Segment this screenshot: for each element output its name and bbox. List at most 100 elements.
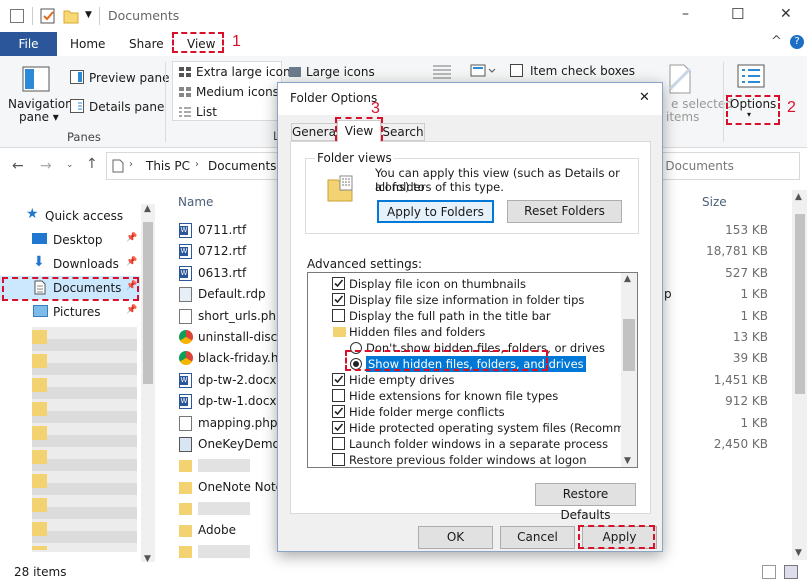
file-size: 912 KB <box>725 394 768 409</box>
group-by-icon[interactable] <box>470 64 496 78</box>
hide-selected-icon[interactable] <box>668 64 692 94</box>
breadcrumb-documents[interactable]: Documents <box>208 159 276 173</box>
checkbox[interactable] <box>332 405 345 418</box>
reset-folders-button[interactable]: Reset Folders <box>507 200 622 223</box>
column-header-name[interactable]: Name <box>178 195 213 209</box>
checkbox[interactable] <box>332 389 345 402</box>
setting-label: Display the full path in the title bar <box>349 309 551 323</box>
breadcrumb-this-pc[interactable]: This PC <box>146 159 190 173</box>
advanced-setting-row[interactable]: Hide empty drives <box>308 372 620 388</box>
hide-selected-label-2[interactable]: items <box>666 110 699 124</box>
details-view-icon[interactable] <box>762 565 776 579</box>
nav-desktop[interactable]: Desktop 📌 <box>0 228 140 252</box>
ok-button[interactable]: OK <box>418 526 493 549</box>
layout-large-icons[interactable]: Large icons <box>306 65 375 79</box>
setting-label: Hide empty drives <box>349 373 455 387</box>
checkbox[interactable] <box>332 421 345 434</box>
search-box[interactable]: h Documents <box>650 152 800 180</box>
dialog-close-button[interactable]: ✕ <box>639 90 650 105</box>
maximize-button[interactable]: ☐ <box>731 5 744 23</box>
word-document-icon: W <box>179 394 192 410</box>
navigation-pane: ★ Quick access Desktop 📌 ⬇ Downloads 📌 D… <box>0 190 156 565</box>
checkbox[interactable] <box>332 437 345 450</box>
folder-icons-column <box>32 330 47 550</box>
file-icon <box>179 415 192 431</box>
advanced-setting-row[interactable]: Hide extensions for known file types <box>308 388 620 404</box>
advanced-setting-row[interactable]: Launch folder windows in a separate proc… <box>308 436 620 452</box>
checkbox[interactable] <box>332 373 345 386</box>
tab-file[interactable]: File <box>0 32 57 56</box>
advanced-setting-row[interactable]: Hidden files and folders <box>308 324 620 340</box>
word-document-icon: W <box>179 244 192 260</box>
advanced-setting-row[interactable]: Hide folder merge conflicts <box>308 404 620 420</box>
checkbox[interactable] <box>332 453 345 466</box>
customize-qat-icon[interactable]: ▼ <box>85 10 92 20</box>
file-icon <box>179 308 192 324</box>
nav-scrollbar[interactable]: ▲ ▼ <box>141 204 155 564</box>
layout-extra-large-icons[interactable]: Extra large icons <box>196 65 297 79</box>
tab-home[interactable]: Home <box>70 32 105 56</box>
folder-icon <box>179 546 192 558</box>
layout-list[interactable]: List <box>196 105 217 119</box>
sort-by-icon[interactable] <box>432 64 452 80</box>
divider <box>99 7 100 25</box>
column-header-size[interactable]: Size <box>702 195 727 209</box>
navigation-pane-label-2[interactable]: pane ▾ <box>19 110 59 124</box>
file-name: 0712.rtf <box>198 244 247 259</box>
preview-pane-button[interactable]: Preview pane <box>89 71 169 85</box>
advanced-scrollbar[interactable]: ▲ ▼ <box>621 273 637 467</box>
advanced-setting-row[interactable]: Restore previous folder windows at logon <box>308 452 620 467</box>
checkbox[interactable] <box>332 309 345 322</box>
properties-icon[interactable] <box>40 8 56 24</box>
advanced-setting-row[interactable]: Display the full path in the title bar <box>308 308 620 324</box>
file-name: dp-tw-1.docx <box>198 394 277 409</box>
forward-arrow-icon[interactable]: → <box>40 158 52 174</box>
tab-general[interactable]: General <box>291 123 339 141</box>
recent-locations-icon[interactable]: ⌄ <box>66 160 74 170</box>
advanced-settings-label: Advanced settings: <box>307 257 422 271</box>
new-folder-icon[interactable] <box>63 8 79 24</box>
item-check-boxes-checkbox[interactable] <box>510 64 523 77</box>
word-document-icon: W <box>179 223 192 238</box>
navigation-pane-icon[interactable] <box>22 66 50 92</box>
options-icon[interactable] <box>737 64 765 88</box>
checkbox[interactable] <box>332 277 345 290</box>
file-size: 1 KB <box>740 287 768 302</box>
up-arrow-icon[interactable]: ↑ <box>86 156 98 172</box>
large-icons-view-icon[interactable] <box>784 565 798 579</box>
nav-pictures[interactable]: Pictures 📌 <box>0 300 140 324</box>
layout-medium-icons[interactable]: Medium icons <box>196 85 279 99</box>
advanced-setting-row[interactable]: Hide protected operating system files (R… <box>308 420 637 436</box>
word-document-icon: W <box>179 372 192 388</box>
help-icon[interactable]: ? <box>790 35 804 49</box>
annotation-box-documents <box>2 277 139 301</box>
close-button[interactable]: ✕ <box>780 6 792 22</box>
restore-defaults-button[interactable]: Restore Defaults <box>535 483 636 522</box>
tab-search[interactable]: Search <box>381 123 425 141</box>
minimize-button[interactable]: – <box>682 6 689 22</box>
window-icon[interactable] <box>10 9 24 23</box>
tab-share[interactable]: Share <box>129 32 164 56</box>
nav-label: Downloads <box>53 257 119 271</box>
back-arrow-icon[interactable]: ← <box>12 158 24 174</box>
search-input[interactable]: h Documents <box>654 159 734 173</box>
annotation-number-1: 1 <box>232 33 241 50</box>
advanced-setting-row[interactable]: Display file icon on thumbnails <box>308 276 620 292</box>
details-pane-button[interactable]: Details pane <box>89 100 164 114</box>
annotation-box-show-hidden <box>345 350 548 371</box>
address-bar[interactable]: › This PC › Documents <box>106 152 281 180</box>
nav-quick-access[interactable]: ★ Quick access <box>0 204 140 228</box>
collapse-ribbon-icon[interactable]: ^ <box>771 34 782 49</box>
blurred-file-name <box>198 545 250 558</box>
apply-to-folders-button[interactable]: Apply to Folders <box>377 200 494 223</box>
file-size: 13 KB <box>732 330 768 344</box>
tab-view-dialog[interactable]: View <box>337 120 381 142</box>
pin-icon: 📌 <box>126 233 138 243</box>
nav-downloads[interactable]: ⬇ Downloads 📌 <box>0 252 140 276</box>
navigation-pane-label[interactable]: Navigation <box>8 97 73 111</box>
checkbox[interactable] <box>332 293 345 306</box>
advanced-setting-row[interactable]: Display file size information in folder … <box>308 292 620 308</box>
cancel-button[interactable]: Cancel <box>500 526 575 549</box>
annotation-number-3: 3 <box>371 100 380 117</box>
file-name: short_urls.php <box>198 308 284 323</box>
